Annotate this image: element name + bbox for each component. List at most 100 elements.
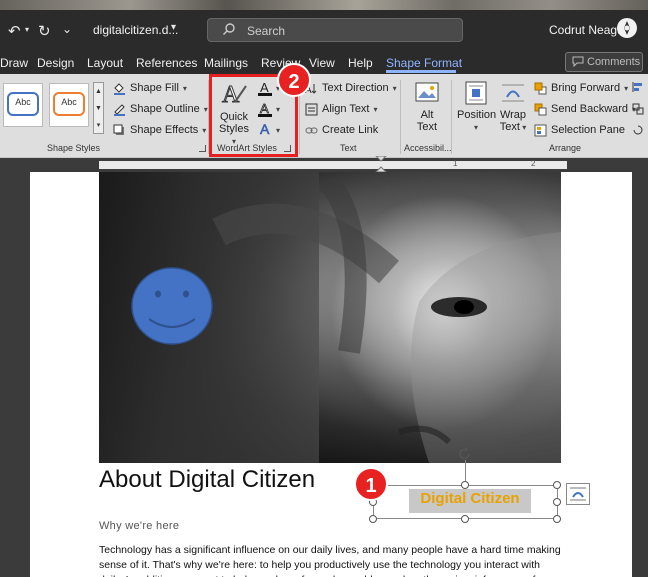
accessibility-group-label: Accessibil...	[404, 143, 452, 153]
resize-handle-bottom-right[interactable]	[553, 515, 561, 523]
create-link-button[interactable]: Create Link	[305, 121, 378, 139]
alt-text-icon	[415, 82, 439, 102]
bring-forward-icon	[534, 82, 547, 94]
shape-styles-dialog-launcher-icon[interactable]	[199, 145, 206, 152]
shape-style-swatch-blue[interactable]: Abc	[3, 83, 43, 127]
title-bar-background-image	[0, 0, 648, 10]
tab-draw[interactable]: Draw	[0, 56, 28, 70]
align-text-button[interactable]: Align Text ▾	[305, 100, 378, 118]
align-icon[interactable]	[632, 81, 644, 93]
resize-handle-bottom[interactable]	[461, 515, 469, 523]
text-direction-button[interactable]: A Text Direction ▾	[305, 79, 397, 97]
body-paragraph[interactable]: Technology has a significant influence o…	[99, 543, 564, 577]
group-separator	[400, 80, 401, 154]
link-icon	[305, 127, 318, 133]
tab-shape-format[interactable]: Shape Format	[386, 56, 462, 70]
rotate-icon[interactable]	[632, 124, 644, 136]
smiley-shape[interactable]	[131, 267, 213, 345]
shape-outline-button[interactable]: Shape Outline ▾	[113, 100, 208, 118]
wrap-text-label-line1: Wrap	[499, 109, 527, 121]
document-title[interactable]: digitalcitizen.d...	[93, 23, 178, 37]
position-icon	[465, 81, 487, 105]
step-badge-1: 1	[354, 467, 388, 501]
layout-options-button[interactable]	[566, 483, 590, 505]
selection-pane-label: Selection Pane	[551, 124, 625, 136]
pencil-icon	[114, 103, 125, 116]
wrap-text-icon	[502, 84, 524, 102]
wordart-text[interactable]: Digital Citizen	[409, 490, 531, 507]
resize-handle-right[interactable]	[553, 498, 561, 506]
swatch-label: Abc	[15, 97, 31, 107]
resize-handle-bottom-left[interactable]	[369, 515, 377, 523]
avatar-icon	[617, 18, 637, 38]
resize-handle-top-right[interactable]	[553, 481, 561, 489]
tab-references[interactable]: References	[136, 56, 197, 70]
shape-effects-icon	[113, 124, 124, 135]
resize-handle-top[interactable]	[461, 481, 469, 489]
tab-mailings[interactable]: Mailings	[204, 56, 248, 70]
chevron-down-icon: ▾	[202, 125, 207, 135]
wrap-text-label-line2: Text	[499, 121, 520, 133]
tab-design[interactable]: Design	[37, 56, 74, 70]
selection-pane-button[interactable]: Selection Pane	[534, 121, 625, 139]
comments-button[interactable]: Comments	[565, 52, 643, 72]
redo-icon[interactable]: ↻	[38, 22, 51, 40]
indent-marker-icon[interactable]	[375, 156, 387, 172]
active-tab-indicator	[386, 70, 456, 73]
alt-text-label-line2: Text	[416, 121, 438, 133]
search-box[interactable]: Search	[207, 18, 463, 42]
search-placeholder: Search	[247, 24, 286, 38]
customize-quick-access-icon[interactable]: ⌄	[62, 22, 72, 36]
alt-text-button[interactable]: Alt Text	[410, 80, 444, 133]
send-backward-label: Send Backward	[551, 103, 629, 115]
wrap-text-button[interactable]: Wrap Text ▾	[497, 80, 529, 133]
shape-style-swatch-orange[interactable]: Abc	[49, 83, 89, 127]
chevron-down-icon: ▾	[519, 123, 527, 132]
alt-text-label-line1: Alt	[420, 109, 434, 121]
chevron-down-icon: ▾	[392, 83, 397, 93]
undo-icon[interactable]: ↶	[8, 22, 21, 40]
undo-dropdown-icon[interactable]: ▾	[25, 25, 29, 34]
send-backward-button[interactable]: Send Backward ▾	[534, 100, 636, 118]
shape-fill-button[interactable]: Shape Fill ▾	[113, 79, 187, 97]
position-label: Position	[457, 109, 497, 121]
align-text-icon	[305, 103, 318, 115]
group-separator	[451, 80, 452, 154]
shape-styles-gallery-scroll[interactable]: ▲ ▼ ▾	[93, 82, 104, 134]
text-group-label: Text	[340, 143, 357, 153]
chevron-down-icon: ▾	[624, 83, 629, 93]
user-name[interactable]: Codrut Neagu	[549, 23, 624, 37]
comments-label: Comments	[587, 56, 641, 68]
shape-effects-label: Shape Effects	[130, 124, 199, 136]
section-subheading[interactable]: Why we're here	[99, 520, 179, 532]
tab-layout[interactable]: Layout	[87, 56, 123, 70]
more-icon[interactable]: ▾	[94, 117, 103, 134]
search-icon	[223, 23, 235, 35]
rotate-handle-icon[interactable]	[457, 446, 473, 462]
align-text-label: Align Text	[322, 103, 370, 115]
chevron-down-icon: ▾	[182, 83, 187, 93]
chevron-down-icon: ▾	[473, 123, 478, 132]
send-backward-icon	[534, 103, 547, 115]
shape-styles-group-label: Shape Styles	[47, 143, 101, 153]
scroll-down-icon[interactable]: ▼	[94, 100, 103, 117]
tab-view[interactable]: View	[309, 56, 335, 70]
layout-options-icon	[570, 487, 586, 501]
step-badge-2: 2	[277, 63, 311, 97]
tab-help[interactable]: Help	[348, 56, 373, 70]
ruler-bar	[99, 161, 567, 169]
ruler-number: 1	[453, 159, 458, 168]
text-direction-label: Text Direction	[322, 82, 389, 94]
document-title-dropdown-icon[interactable]: ▾	[171, 22, 176, 33]
page-heading[interactable]: About Digital Citizen	[99, 466, 315, 494]
group-objects-icon[interactable]	[632, 103, 644, 115]
position-button[interactable]: Position ▾	[457, 80, 497, 133]
ruler-number: 2	[531, 159, 536, 168]
bring-forward-label: Bring Forward	[551, 82, 621, 94]
scroll-up-icon[interactable]: ▲	[94, 83, 103, 100]
bring-forward-button[interactable]: Bring Forward ▾	[534, 79, 628, 97]
avatar[interactable]	[617, 18, 637, 38]
shape-outline-label: Shape Outline	[130, 103, 200, 115]
shape-fill-label: Shape Fill	[130, 82, 179, 94]
shape-effects-button[interactable]: Shape Effects ▾	[113, 121, 206, 139]
